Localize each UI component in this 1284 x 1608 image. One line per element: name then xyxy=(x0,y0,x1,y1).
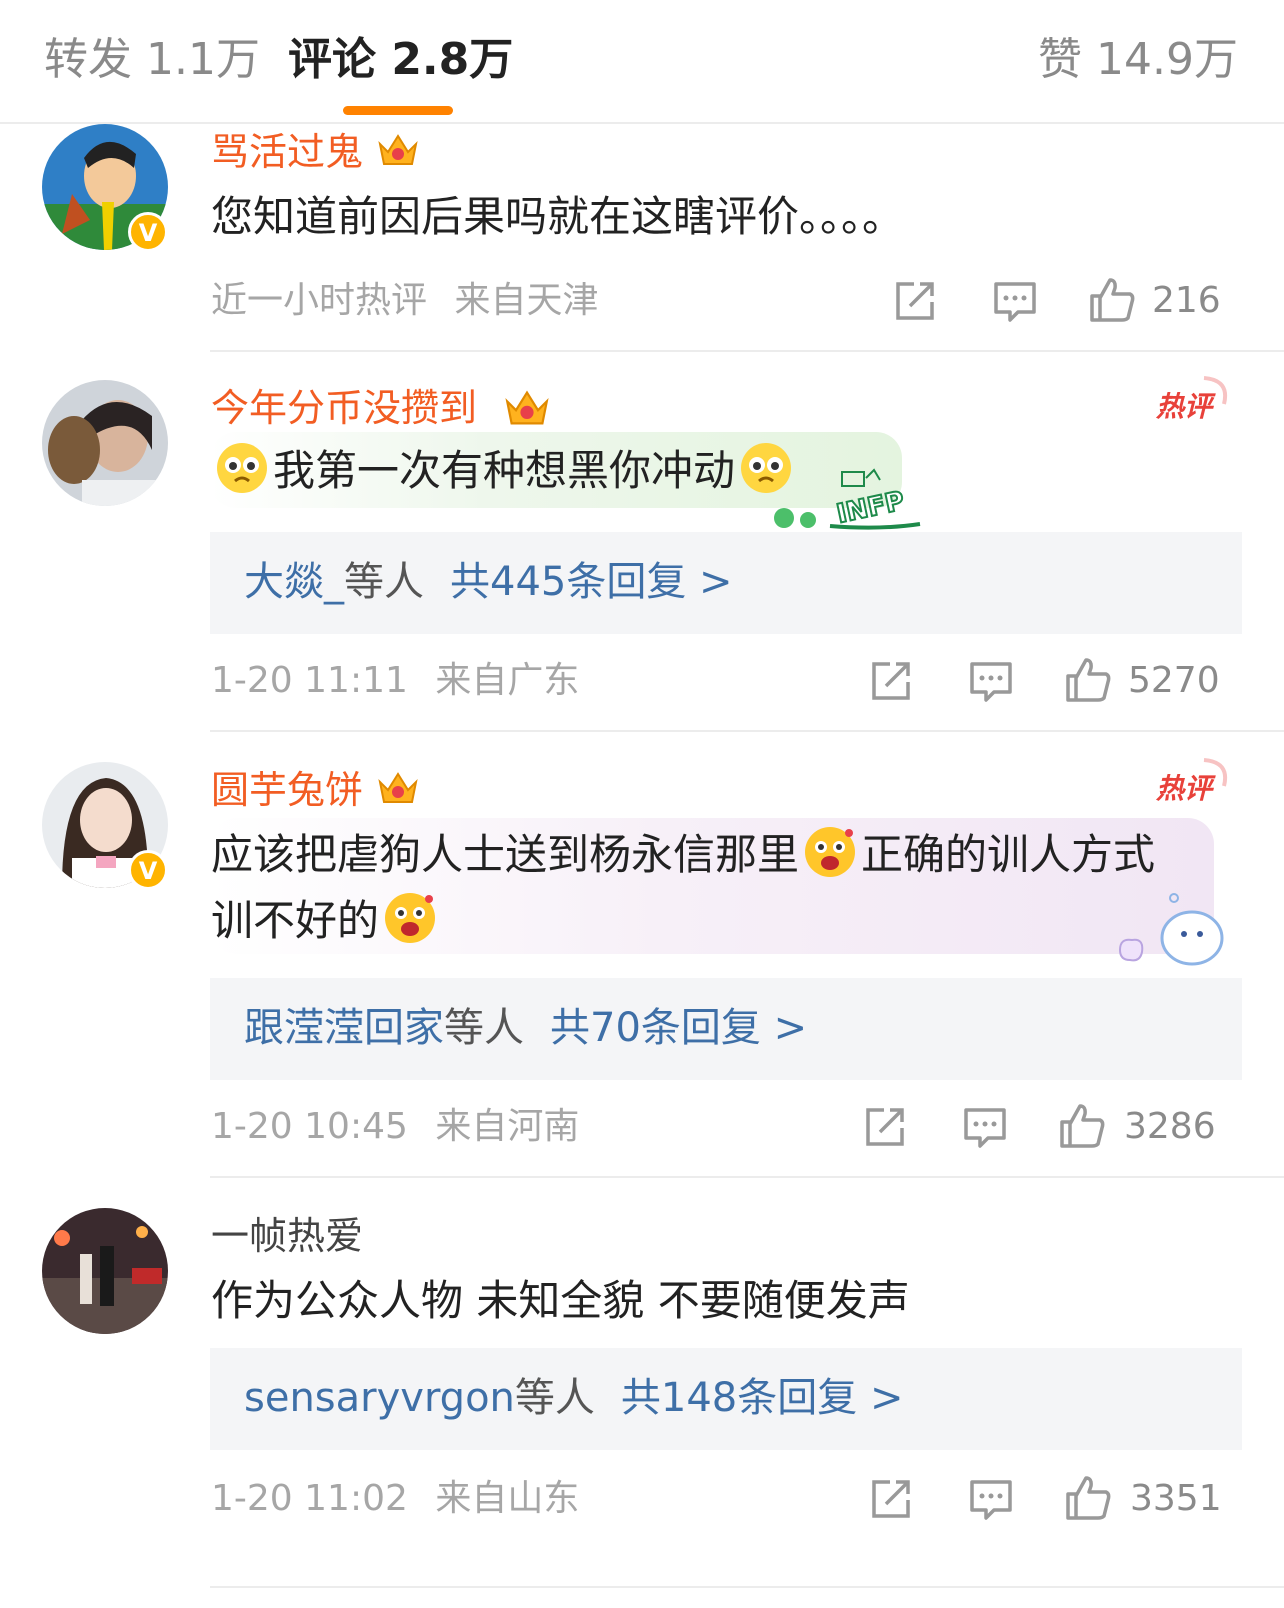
comment-item: 一帧热爱 作为公众人物 未知全貌 不要随便发声 sensaryvrgon等人 共1… xyxy=(0,1208,1284,1588)
comment-icon[interactable] xyxy=(962,1104,1008,1150)
reply-count-link[interactable]: 共445条回复 > xyxy=(450,559,733,605)
tab-repost[interactable]: 转发 1.1万 xyxy=(44,30,260,90)
share-icon[interactable] xyxy=(892,278,938,324)
comment-text-part: 正确的训人方式 xyxy=(861,830,1156,879)
comment-text: 作为公众人物 未知全貌 不要随便发声 xyxy=(211,1276,910,1325)
comment-location: 来自广东 xyxy=(435,660,580,701)
reply-preview[interactable]: 大燚_等人 共445条回复 > xyxy=(210,532,1242,634)
comment-item: V 骂活过鬼 您知道前因后果吗就在这瞎评价。。。。 近一小时热评 来自天津 21… xyxy=(0,124,1284,352)
comment-icon[interactable] xyxy=(992,278,1038,324)
comment-time: 1-20 11:02 xyxy=(211,1478,408,1519)
share-icon[interactable] xyxy=(868,1476,914,1522)
comment-meta: 近一小时热评 来自天津 xyxy=(211,276,598,326)
crown-vip-icon xyxy=(378,134,418,165)
like-thumb-icon[interactable] xyxy=(1088,276,1136,324)
crown-vip-icon xyxy=(378,772,418,803)
infp-sticker-icon: INFP xyxy=(774,468,921,531)
crown-vip-icon xyxy=(505,390,549,425)
excited-face-emoji-icon xyxy=(805,827,856,877)
comment-time: 近一小时热评 xyxy=(211,280,428,321)
like-thumb-icon[interactable] xyxy=(1058,1102,1106,1150)
tab-like[interactable]: 赞 14.9万 xyxy=(1038,30,1238,90)
like-thumb-icon[interactable] xyxy=(1064,656,1112,704)
reply-author[interactable]: 大燚_ xyxy=(244,559,344,605)
comment-tabs: 转发 1.1万 评论 2.8万 赞 14.9万 xyxy=(0,0,1284,124)
verified-badge-icon: V xyxy=(128,212,168,252)
divider xyxy=(210,350,1284,352)
username[interactable]: 一帧热爱 xyxy=(211,1210,363,1262)
comment-text: 我第一次有种想黑你冲动 xyxy=(211,438,1214,504)
comment-text: 应该把虐狗人士送到杨永信那里 正确的训人方式 xyxy=(211,822,1214,888)
comment-text-part: 训不好的 xyxy=(211,896,380,945)
comment-location: 来自山东 xyxy=(435,1478,580,1519)
username[interactable]: 圆芋兔饼 xyxy=(211,764,363,816)
verified-badge-icon: V xyxy=(128,850,168,890)
comment-text: 您知道前因后果吗就在这瞎评价。。。。 xyxy=(211,192,905,241)
reply-count-link[interactable]: 共70条回复 > xyxy=(550,1005,807,1051)
comment-item: 今年分币没攒到 热评 我第一次有种想黑你冲动 INFP 大燚_等人 共445条回复… xyxy=(0,376,1284,710)
comment-time: 1-20 11:11 xyxy=(211,660,408,701)
reply-others-text: 等人 xyxy=(344,559,424,605)
share-icon[interactable] xyxy=(868,658,914,704)
avatar[interactable] xyxy=(42,380,168,506)
comment-icon[interactable] xyxy=(968,1476,1014,1522)
comment-location: 来自天津 xyxy=(454,280,599,321)
infp-tag-text: INFP xyxy=(834,486,907,530)
comment-item: V 圆芋兔饼 热评 应该把虐狗人士送到杨永信那里 正确的训人方式 训不好的 跟滢滢… xyxy=(0,758,1284,1172)
comment-time: 1-20 10:45 xyxy=(211,1106,408,1147)
comment-meta: 1-20 11:11 来自广东 xyxy=(211,656,579,706)
reply-others-text: 等人 xyxy=(444,1005,524,1051)
comment-icon[interactable] xyxy=(968,658,1014,704)
divider xyxy=(210,1586,1284,1588)
avatar[interactable] xyxy=(42,1208,168,1334)
reply-author[interactable]: sensaryvrgon xyxy=(244,1375,515,1421)
comment-text-part: 我第一次有种想黑你冲动 xyxy=(273,446,736,495)
comment-location: 来自河南 xyxy=(435,1106,580,1147)
pleading-face-emoji-icon xyxy=(217,443,267,493)
reply-preview[interactable]: sensaryvrgon等人 共148条回复 > xyxy=(210,1348,1242,1450)
reply-count-link[interactable]: 共148条回复 > xyxy=(621,1375,904,1421)
reply-author[interactable]: 跟滢滢回家 xyxy=(244,1005,444,1051)
reply-others-text: 等人 xyxy=(514,1375,595,1421)
like-count: 5270 xyxy=(1128,660,1220,701)
hot-badge-text: 热评 xyxy=(1155,772,1216,805)
hot-comment-badge-icon: 热评 xyxy=(1155,758,1227,805)
hot-comment-badge-icon: 热评 xyxy=(1155,376,1227,423)
username[interactable]: 今年分币没攒到 xyxy=(211,382,477,434)
like-count: 216 xyxy=(1152,280,1221,321)
share-icon[interactable] xyxy=(862,1104,908,1150)
reply-preview[interactable]: 跟滢滢回家等人 共70条回复 > xyxy=(210,978,1242,1080)
like-count: 3351 xyxy=(1130,1478,1222,1519)
comment-text-part: 应该把虐狗人士送到杨永信那里 xyxy=(211,830,800,879)
comment-text-line: 训不好的 xyxy=(211,888,1214,954)
comment-meta: 1-20 11:02 来自山东 xyxy=(211,1474,579,1524)
like-count: 3286 xyxy=(1124,1106,1216,1147)
divider xyxy=(210,1176,1284,1178)
like-thumb-icon[interactable] xyxy=(1064,1474,1112,1522)
hot-badge-text: 热评 xyxy=(1155,390,1216,423)
cloud-sticker-icon xyxy=(1118,893,1224,966)
username[interactable]: 骂活过鬼 xyxy=(211,126,363,178)
divider xyxy=(210,730,1284,732)
active-tab-indicator xyxy=(343,106,453,115)
comment-meta: 1-20 10:45 来自河南 xyxy=(211,1102,579,1152)
excited-face-emoji-icon xyxy=(385,893,436,943)
